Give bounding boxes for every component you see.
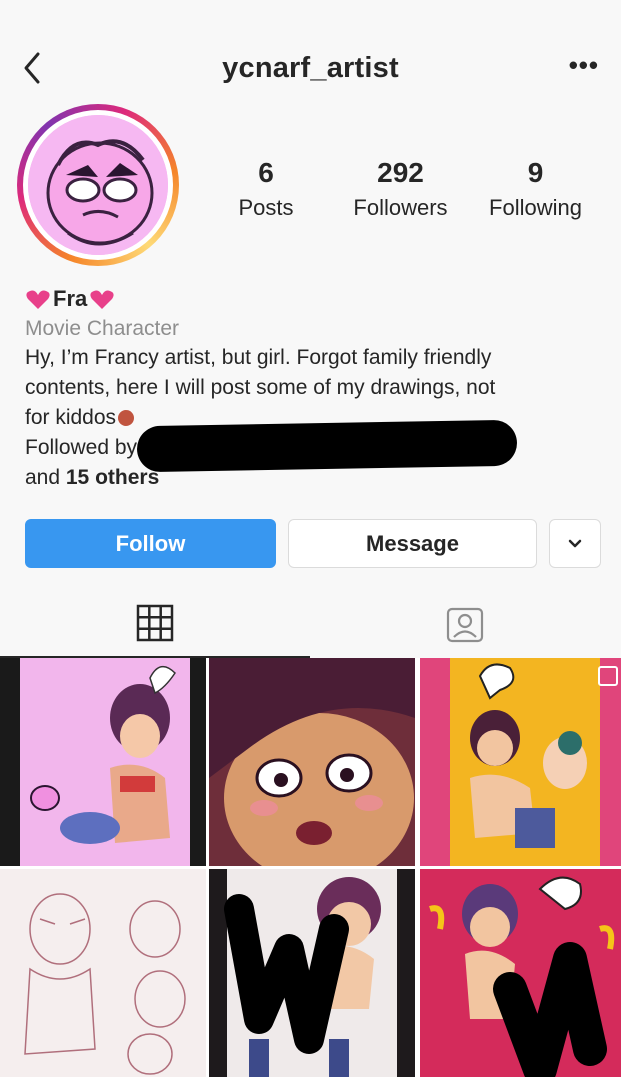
more-options-button[interactable]: ••• [569,50,599,81]
profile-header: ycnarf_artist ••• [0,0,621,110]
suggested-dropdown-button[interactable] [549,519,601,568]
posts-count: 6 Posts [238,157,294,220]
follow-button[interactable]: Follow [25,519,276,568]
grid-icon [136,604,174,642]
post-thumbnail[interactable] [0,869,206,1077]
post-thumbnail[interactable] [209,869,415,1077]
display-name-row: Fra [25,285,605,313]
profile-tabs [0,590,621,658]
display-name: Fra [53,286,88,311]
sparkling-heart-icon [90,290,114,309]
bio-text: Hy, I’m Francy artist, but girl. Forgot … [25,346,496,429]
profile-username: ycnarf_artist [222,52,399,84]
message-button[interactable]: Message [288,519,537,568]
avatar[interactable] [17,104,179,266]
post-thumbnail[interactable] [0,658,206,866]
post-thumbnail[interactable] [209,658,415,866]
tagged-person-icon [446,607,484,643]
posts-grid [0,658,621,1080]
avatar-image [28,115,168,255]
tab-posts-grid[interactable] [0,590,310,658]
post-thumbnail[interactable] [420,869,621,1077]
post-thumbnail[interactable] [420,658,621,866]
followers-count[interactable]: 292 Followers [343,157,458,221]
more-horizontal-icon: ••• [568,50,599,80]
multiple-images-icon [598,666,618,686]
profile-category: Movie Character [25,317,180,340]
followed-by[interactable]: Followed by and 15 others [25,419,605,493]
chevron-down-icon [568,539,582,547]
redaction-mark [136,419,518,473]
profile-bio: Fra Movie Character Hy, I’m Francy artis… [25,285,605,493]
following-count[interactable]: 9 Following [478,157,593,221]
tab-tagged[interactable] [310,590,620,658]
sparkling-heart-icon [26,290,50,309]
emoji-icon [118,410,135,427]
